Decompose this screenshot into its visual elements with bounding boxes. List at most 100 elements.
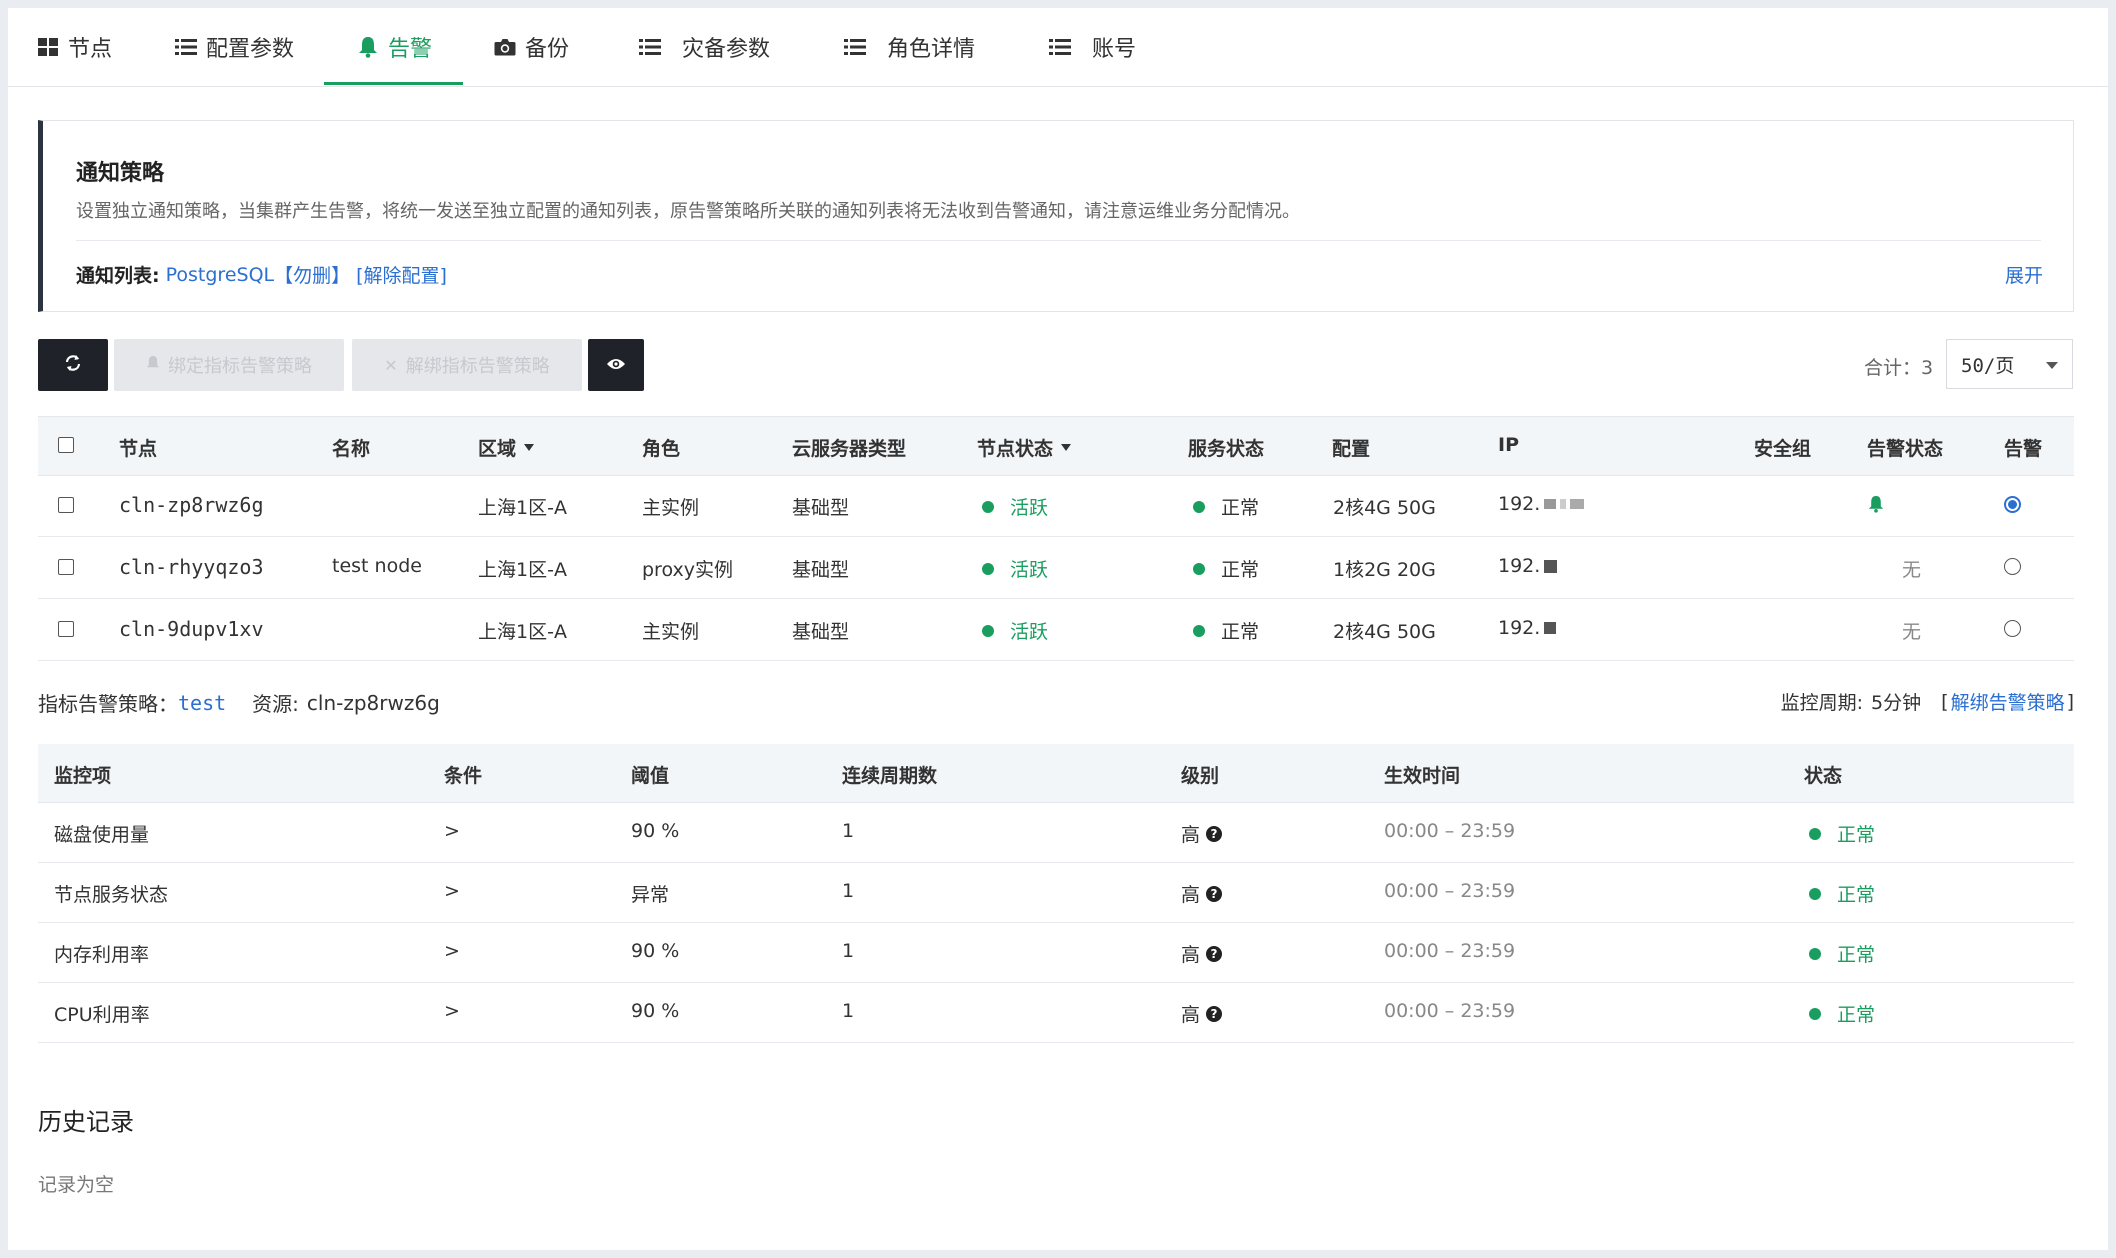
notification-list-link[interactable]: PostgreSQL: [166, 264, 275, 286]
tab-accounts[interactable]: 账号: [1048, 8, 1136, 86]
page-size-select[interactable]: 50/页: [1946, 339, 2073, 389]
service-status: 正常: [1193, 555, 1259, 582]
node-status-text: 活跃: [1010, 559, 1049, 581]
node-name: test node: [332, 555, 422, 577]
table-row: 磁盘使用量 > 90 % 1 高? 00:00 – 23:59 正常: [38, 803, 2074, 863]
node-config: 1核2G 20G: [1333, 559, 1436, 581]
select-all-checkbox[interactable]: [58, 437, 74, 453]
header-name: 名称: [332, 438, 371, 460]
bind-alarm-policy-button[interactable]: 绑定指标告警策略: [114, 339, 344, 391]
node-zone: 上海1区-A: [478, 559, 567, 581]
list-icon: [638, 35, 662, 59]
table-row[interactable]: cln-rhyyqzo3 test node 上海1区-A proxy实例 基础…: [38, 537, 2074, 599]
period-value: 5分钟: [1871, 692, 1922, 714]
sort-down-icon: [1061, 444, 1072, 451]
row-checkbox[interactable]: [58, 559, 74, 575]
table-row: 内存利用率 > 90 % 1 高? 00:00 – 23:59 正常: [38, 923, 2074, 983]
row-checkbox[interactable]: [58, 497, 74, 513]
alarm-radio[interactable]: [2004, 558, 2021, 575]
tab-role-details[interactable]: 角色详情: [843, 8, 975, 86]
metric-condition: >: [444, 940, 460, 962]
table-row[interactable]: cln-9dupv1xv 上海1区-A 主实例 基础型 活跃 正常 2核4G 5…: [38, 599, 2074, 661]
metric-status: 正常: [1809, 940, 1875, 967]
help-icon[interactable]: ?: [1206, 825, 1223, 842]
node-id: cln-9dupv1xv: [119, 617, 264, 641]
tab-dr-params[interactable]: 灾备参数: [638, 8, 770, 86]
header-service-status: 服务状态: [1188, 438, 1265, 460]
node-status: 活跃: [982, 617, 1048, 644]
unbind-alarm-policy-button[interactable]: ✕ 解绑指标告警策略: [352, 339, 582, 391]
divider: [76, 240, 2041, 241]
level-text: 高: [1181, 944, 1201, 966]
metric-level: 高?: [1181, 940, 1223, 967]
header-role: 角色: [642, 438, 681, 460]
button-label: 解绑指标告警策略: [405, 356, 550, 377]
header-security-group: 安全组: [1754, 438, 1812, 460]
status-text: 正常: [1837, 1004, 1876, 1026]
ip-text: 192.: [1498, 617, 1541, 639]
node-server-type: 基础型: [792, 621, 850, 643]
table-row: CPU利用率 > 90 % 1 高? 00:00 – 23:59 正常: [38, 983, 2074, 1043]
header-node: 节点: [119, 438, 158, 460]
node-zone: 上海1区-A: [478, 621, 567, 643]
header-zone[interactable]: 区域: [478, 434, 535, 461]
metric-level: 高?: [1181, 820, 1223, 847]
active-tab-indicator: [324, 82, 463, 85]
notification-policy-panel: 通知策略 设置独立通知策略，当集群产生告警，将统一发送至独立配置的通知列表，原告…: [38, 120, 2074, 312]
help-icon[interactable]: ?: [1206, 885, 1223, 902]
eye-icon: [606, 354, 626, 376]
notification-list-label: 通知列表:: [76, 265, 160, 287]
bell-icon: [146, 355, 160, 376]
row-checkbox[interactable]: [58, 621, 74, 637]
help-icon[interactable]: ?: [1206, 945, 1223, 962]
header-condition: 条件: [444, 765, 483, 787]
do-not-delete-tag: 【勿删】: [274, 265, 351, 287]
policy-name-link[interactable]: test: [178, 691, 226, 715]
metric-status: 正常: [1809, 880, 1875, 907]
tab-alarm[interactable]: 告警: [356, 8, 432, 86]
status-dot: [1809, 887, 1821, 900]
metric-threshold: 90 %: [631, 1000, 680, 1022]
metric-name: 内存利用率: [54, 944, 150, 966]
history-title: 历史记录: [38, 1108, 134, 1136]
alarm-radio[interactable]: [2004, 496, 2021, 513]
service-status: 正常: [1193, 493, 1259, 520]
tab-backup[interactable]: 备份: [493, 8, 569, 86]
table-row[interactable]: cln-zp8rwz6g 上海1区-A 主实例 基础型 活跃 正常 2核4G 5…: [38, 475, 2074, 537]
metric-condition: >: [444, 1000, 460, 1022]
header-node-status[interactable]: 节点状态: [977, 434, 1072, 461]
tab-nodes[interactable]: 节点: [36, 8, 112, 86]
alarm-radio[interactable]: [2004, 620, 2021, 637]
help-icon[interactable]: ?: [1206, 1005, 1223, 1022]
expand-link[interactable]: 展开: [2005, 261, 2043, 288]
unbind-policy-link[interactable]: 解绑告警策略: [1951, 688, 2065, 715]
header-metric: 监控项: [54, 765, 112, 787]
unbind-config-link[interactable]: [解除配置]: [356, 261, 447, 288]
node-status-text: 活跃: [1010, 497, 1049, 519]
tab-label: 配置参数: [206, 37, 295, 62]
resource-value: cln-zp8rwz6g: [306, 690, 440, 715]
metric-threshold: 90 %: [631, 820, 680, 842]
service-status-text: 正常: [1221, 559, 1260, 581]
node-id: cln-zp8rwz6g: [119, 493, 264, 517]
sort-down-icon: [524, 444, 535, 451]
status-text: 正常: [1837, 884, 1876, 906]
status-dot: [1193, 624, 1205, 637]
tab-config-params[interactable]: 配置参数: [174, 8, 294, 86]
node-ip: 192.: [1498, 555, 1558, 577]
metric-periods: 1: [842, 940, 855, 962]
service-status-text: 正常: [1221, 497, 1260, 519]
metric-time: 00:00 – 23:59: [1384, 880, 1516, 902]
tab-label: 账号: [1092, 37, 1137, 62]
list-icon: [1048, 35, 1072, 59]
header-alarm-status: 告警状态: [1867, 438, 1944, 460]
header-alarm: 告警: [2004, 438, 2043, 460]
node-server-type: 基础型: [792, 497, 850, 519]
alarm-policy-info: 指标告警策略： test 资源: cln-zp8rwz6g: [38, 688, 440, 717]
header-level: 级别: [1181, 765, 1220, 787]
refresh-button[interactable]: [38, 339, 108, 391]
service-status-text: 正常: [1221, 621, 1260, 643]
nodes-table: 节点 名称 区域 角色 云服务器类型 节点状态 服务状态 配置 IP 安全组 告…: [38, 416, 2074, 666]
view-button[interactable]: [588, 339, 644, 391]
period-label: 监控周期:: [1780, 692, 1864, 714]
